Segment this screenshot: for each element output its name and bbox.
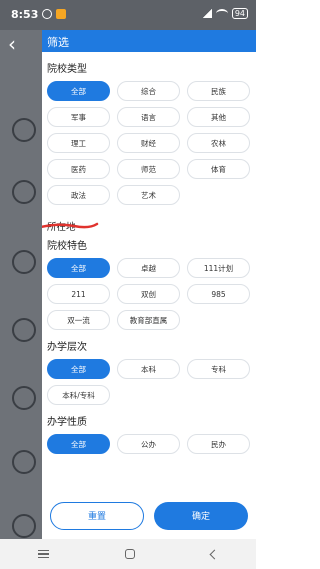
red-annotation-stroke bbox=[42, 222, 99, 229]
filter-chip-school-nature[interactable]: 民办 bbox=[187, 434, 250, 454]
school-logo-icon bbox=[12, 386, 36, 410]
filter-chip-school-type[interactable]: 财经 bbox=[117, 133, 180, 153]
filter-chip-school-feature[interactable]: 985 bbox=[187, 284, 250, 304]
school-logo-icon bbox=[12, 180, 36, 204]
school-logo-icon bbox=[12, 118, 36, 142]
filter-chip-school-feature[interactable]: 双一流 bbox=[47, 310, 110, 330]
filter-chip-school-type[interactable]: 综合 bbox=[117, 81, 180, 101]
school-logo-icon bbox=[12, 514, 36, 538]
filter-drawer: 筛选 院校类型 全部 综合 民族 军事 语言 其他 理工 财经 农林 医药 师范 体育 政法 艺术 所在地… bbox=[42, 30, 256, 539]
status-time: 8:53 bbox=[11, 8, 39, 21]
filter-chip-school-type[interactable]: 政法 bbox=[47, 185, 110, 205]
filter-chip-school-feature[interactable]: 教育部直属 bbox=[117, 310, 180, 330]
filter-chip-school-type[interactable]: 理工 bbox=[47, 133, 110, 153]
menu-icon[interactable] bbox=[38, 550, 49, 558]
wifi-icon bbox=[215, 9, 228, 18]
chip-group-education-level: 全部 本科 专科本科/专科 bbox=[42, 359, 256, 405]
filter-chip-school-type[interactable]: 民族 bbox=[187, 81, 250, 101]
section-title-education-level: 办学层次 bbox=[47, 342, 87, 353]
filter-chip-school-nature[interactable]: 公办 bbox=[117, 434, 180, 454]
filter-chip-school-nature[interactable]: 全部 bbox=[47, 434, 110, 454]
screen: 8:53 94 ‹ 筛选 院校类型 全部 综合 民族 军事 语言 其他 理工 财经 农林 医药 师范… bbox=[0, 0, 256, 569]
confirm-button[interactable]: 确定 bbox=[154, 501, 248, 530]
drawer-title: 筛选 bbox=[47, 36, 69, 49]
school-logo-icon bbox=[12, 450, 36, 474]
section-title-school-type: 院校类型 bbox=[47, 64, 87, 75]
drawer-body[interactable]: 院校类型 全部 综合 民族 军事 语言 其他 理工 财经 农林 医药 师范 体育 政法 艺术 所在地 院校… bbox=[42, 52, 256, 507]
system-nav-bar bbox=[0, 539, 256, 569]
alarm-icon bbox=[42, 9, 52, 19]
signal-icon bbox=[201, 9, 212, 18]
reset-button[interactable]: 重置 bbox=[50, 501, 144, 530]
status-right-group: 94 bbox=[201, 8, 248, 19]
filter-chip-school-type[interactable]: 师范 bbox=[117, 159, 180, 179]
filter-chip-school-feature[interactable]: 111计划 bbox=[187, 258, 250, 278]
filter-chip-school-feature[interactable]: 211 bbox=[47, 284, 110, 304]
filter-chip-school-feature[interactable]: 卓越 bbox=[117, 258, 180, 278]
filter-chip-school-type[interactable]: 军事 bbox=[47, 107, 110, 127]
background-page[interactable]: ‹ bbox=[0, 30, 42, 539]
filter-chip-school-feature[interactable]: 双创 bbox=[117, 284, 180, 304]
filter-chip-school-type[interactable]: 农林 bbox=[187, 133, 250, 153]
status-bar: 8:53 94 bbox=[0, 0, 256, 30]
filter-chip-school-type[interactable]: 其他 bbox=[187, 107, 250, 127]
drawer-header: 筛选 bbox=[42, 30, 256, 52]
app-notification-icon bbox=[56, 9, 66, 19]
back-triangle-icon[interactable] bbox=[209, 549, 220, 559]
section-title-school-nature: 办学性质 bbox=[47, 417, 87, 428]
battery-icon: 94 bbox=[231, 8, 248, 19]
school-logo-icon bbox=[12, 318, 36, 342]
filter-chip-education-level[interactable]: 本科 bbox=[117, 359, 180, 379]
filter-chip-education-level[interactable]: 全部 bbox=[47, 359, 110, 379]
home-icon[interactable] bbox=[125, 549, 135, 559]
filter-chip-education-level[interactable]: 本科/专科 bbox=[47, 385, 110, 405]
chip-group-school-feature: 全部 卓越 111计划 211 双创 985 双一流 教育部直属 bbox=[42, 258, 256, 330]
chevron-left-icon[interactable]: ‹ bbox=[8, 32, 16, 56]
section-title-school-feature: 院校特色 bbox=[47, 241, 87, 252]
chip-group-school-type: 全部 综合 民族军事 语言 其他理工 财经 农林医药 师范 体育政法 艺术 bbox=[42, 81, 256, 205]
location-row[interactable]: 所在地 bbox=[42, 215, 256, 233]
filter-chip-education-level[interactable]: 专科 bbox=[187, 359, 250, 379]
filter-chip-school-type[interactable]: 医药 bbox=[47, 159, 110, 179]
filter-chip-school-type[interactable]: 体育 bbox=[187, 159, 250, 179]
drawer-footer: 重置 确定 bbox=[42, 492, 256, 539]
school-logo-icon bbox=[12, 250, 36, 274]
filter-chip-school-feature[interactable]: 全部 bbox=[47, 258, 110, 278]
filter-chip-school-type[interactable]: 全部 bbox=[47, 81, 110, 101]
filter-chip-school-type[interactable]: 语言 bbox=[117, 107, 180, 127]
chip-group-school-nature: 全部 公办 民办 bbox=[42, 434, 256, 454]
filter-chip-school-type[interactable]: 艺术 bbox=[117, 185, 180, 205]
